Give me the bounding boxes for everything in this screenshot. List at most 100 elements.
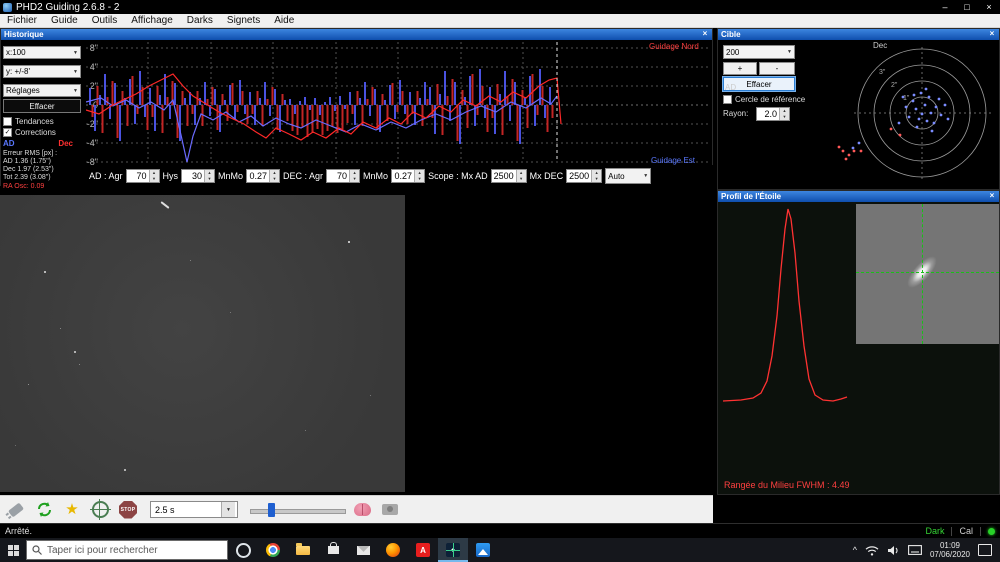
spin-down-icon[interactable]: ▼ (270, 176, 279, 182)
slider-thumb[interactable] (268, 503, 275, 517)
y-scale-dropdown[interactable]: y: +/-8'▼ (3, 65, 81, 78)
taskbar-acrobat-button[interactable]: A (408, 538, 438, 562)
dec-aggression-spinner[interactable]: 70▲▼ (326, 169, 360, 183)
hys-label: Hys (163, 171, 179, 181)
windows-logo-icon (8, 545, 19, 556)
check-icon: ✓ (5, 129, 11, 136)
status-text: Arrêté. (5, 526, 32, 536)
speaker-icon[interactable] (887, 545, 900, 556)
spin-down-icon[interactable]: ▼ (415, 176, 424, 182)
spin-down-icon[interactable]: ▼ (205, 176, 214, 182)
divider (951, 527, 952, 536)
target-title-text: Cible (721, 30, 741, 39)
acrobat-icon: A (416, 543, 430, 557)
history-panel-title: Historique × (1, 29, 712, 40)
corrections-checkbox[interactable]: ✓ Corrections (3, 127, 86, 137)
close-button[interactable]: × (978, 0, 1000, 14)
menu-outils[interactable]: Outils (85, 14, 125, 28)
x-scale-dropdown[interactable]: x:100▼ (3, 46, 81, 59)
spin-down-icon[interactable]: ▼ (350, 176, 359, 182)
status-bar: Arrêté. Dark Cal (0, 523, 1000, 538)
menu-darks[interactable]: Darks (180, 14, 220, 28)
spin-down-icon[interactable]: ▼ (780, 114, 789, 120)
minimize-button[interactable]: – (934, 0, 956, 14)
exposure-value: 2.5 s (153, 505, 175, 515)
star-field-image[interactable] (0, 195, 405, 492)
target-zoom-in-button[interactable]: + (723, 62, 757, 75)
dec-agr-label: DEC : Agr (283, 171, 323, 181)
auto-select-star-button[interactable]: ★ (60, 498, 84, 522)
max-dec-duration-spinner[interactable]: 2500▲▼ (566, 169, 602, 183)
taskbar-mail-button[interactable] (348, 538, 378, 562)
brain-settings-button[interactable] (350, 498, 374, 522)
dec-mnmo-value: 0.27 (392, 170, 414, 182)
maximize-button[interactable]: □ (956, 0, 978, 14)
chevron-down-icon: ▼ (73, 50, 78, 56)
clock-date: 07/06/2020 (930, 550, 970, 559)
keyboard-icon[interactable] (908, 545, 922, 555)
taskbar-explorer-button[interactable] (288, 538, 318, 562)
mx-dec-value: 2500 (567, 170, 591, 182)
trends-checkbox[interactable]: Tendances (3, 116, 86, 126)
taskbar-search-input[interactable]: Taper ici pour rechercher (26, 540, 228, 560)
target-zoom-dropdown[interactable]: 200▼ (723, 45, 795, 59)
phd2-icon (446, 543, 460, 557)
trends-label: Tendances (15, 117, 54, 126)
rms-title: Erreur RMS [px] : (3, 150, 86, 158)
taskbar-clock[interactable]: 01:09 07/06/2020 (930, 541, 970, 559)
max-ra-duration-spinner[interactable]: 2500▲▼ (491, 169, 527, 183)
menu-affichage[interactable]: Affichage (124, 14, 180, 28)
settings-dropdown[interactable]: Réglages▼ (3, 84, 81, 97)
ra-aggression-spinner[interactable]: 70▲▼ (126, 169, 160, 183)
crosshair-vertical (922, 204, 923, 344)
action-center-icon[interactable] (978, 544, 992, 556)
taskbar-cortana-button[interactable] (228, 538, 258, 562)
svg-text:-2": -2" (87, 119, 98, 129)
taskbar-photos-button[interactable] (468, 538, 498, 562)
start-button[interactable] (0, 538, 26, 562)
target-zoom-out-button[interactable]: - (759, 62, 795, 75)
gamma-slider[interactable] (250, 500, 346, 520)
menu-aide[interactable]: Aide (267, 14, 301, 28)
radius-spinner[interactable]: 2.0▲▼ (756, 107, 790, 121)
history-close-icon[interactable]: × (700, 29, 710, 39)
history-title-text: Historique (4, 30, 44, 39)
spin-down-icon[interactable]: ▼ (150, 176, 159, 182)
settings-value: Réglages (6, 86, 40, 95)
taskbar-firefox-button[interactable] (378, 538, 408, 562)
reference-circle-checkbox[interactable]: Cercle de référence (723, 94, 805, 104)
loop-exposures-button[interactable] (32, 498, 56, 522)
connect-equipment-button[interactable] (4, 498, 28, 522)
exposure-select[interactable]: 2.5 s ▼ (150, 501, 238, 518)
profile-title-text: Profil de l'Étoile (721, 192, 781, 201)
ra-mnmo-value: 0.27 (247, 170, 269, 182)
ra-agr-label: AD : Agr (89, 171, 123, 181)
svg-text:-4": -4" (87, 138, 98, 148)
target-panel-title: Cible × (718, 29, 999, 40)
crosshair-horizontal (856, 272, 999, 273)
dec-mode-dropdown[interactable]: Auto▼ (605, 168, 651, 184)
dec-minmove-spinner[interactable]: 0.27▲▼ (391, 169, 425, 183)
guide-button[interactable] (88, 498, 112, 522)
target-zoom-value: 200 (726, 48, 739, 57)
menu-guide[interactable]: Guide (44, 14, 85, 28)
stop-button[interactable]: STOP (116, 498, 140, 522)
profile-panel-title: Profil de l'Étoile × (718, 191, 999, 202)
taskbar-store-button[interactable] (318, 538, 348, 562)
menu-fichier[interactable]: Fichier (0, 14, 44, 28)
stop-sign-icon: STOP (119, 501, 137, 519)
profile-close-icon[interactable]: × (987, 191, 997, 201)
history-clear-button[interactable]: Effacer (3, 99, 81, 113)
spin-down-icon[interactable]: ▼ (517, 176, 526, 182)
hysteresis-spinner[interactable]: 30▲▼ (181, 169, 215, 183)
spin-down-icon[interactable]: ▼ (592, 176, 601, 182)
wifi-icon[interactable] (865, 545, 879, 556)
taskbar-chrome-button[interactable] (258, 538, 288, 562)
ra-minmove-spinner[interactable]: 0.27▲▼ (246, 169, 280, 183)
target-close-icon[interactable]: × (987, 29, 997, 39)
camera-settings-button[interactable] (378, 498, 402, 522)
taskbar-phd2-button[interactable] (438, 538, 468, 562)
tray-chevron-icon[interactable]: ^ (853, 545, 857, 555)
menu-signets[interactable]: Signets (220, 14, 267, 28)
chevron-down-icon: ▼ (221, 502, 235, 517)
